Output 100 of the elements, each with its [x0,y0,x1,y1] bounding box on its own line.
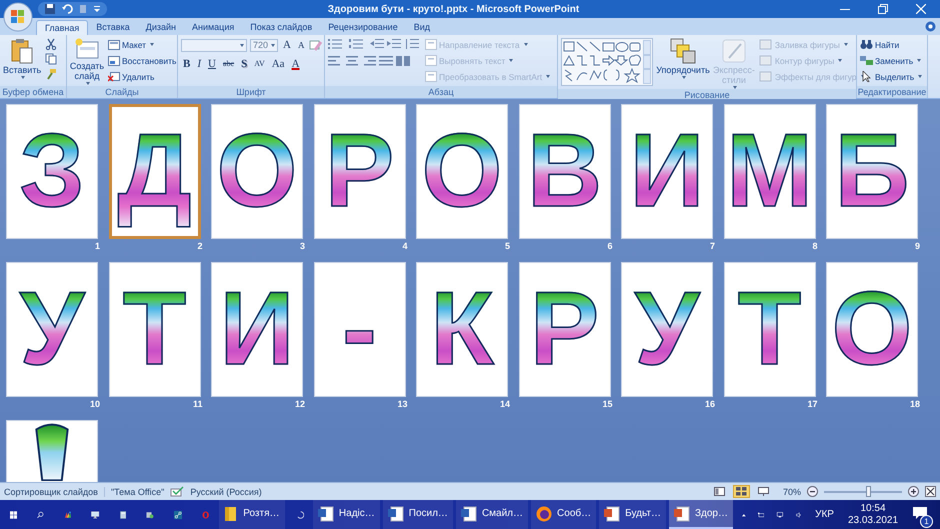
restore-icon[interactable] [878,4,888,14]
group-label: Шрифт [178,86,324,98]
format-button[interactable]: Aa [270,57,287,71]
cursor-icon [860,71,873,82]
slide-number: 10 [90,399,100,411]
ribbon-tab[interactable]: Показ слайдов [242,20,320,35]
ribbon-tab[interactable]: Анимация [184,20,242,35]
close-icon[interactable] [916,4,926,14]
show-hidden-icon[interactable] [742,512,746,518]
taskbar-button[interactable]: Посил… [382,500,453,529]
slideshow-view-button[interactable] [756,485,771,498]
clock[interactable]: 10:54 23.03.2021 [848,502,898,526]
ribbon-tab[interactable]: Рецензирование [320,20,406,35]
paste-button[interactable]: Вставить [3,38,42,79]
clock-date: 23.03.2021 [848,514,898,526]
editing-button[interactable]: Найти [860,38,900,51]
spell-check-icon[interactable] [170,486,184,497]
text-option-icon [425,71,437,82]
save-icon[interactable] [44,3,56,15]
copy-icon[interactable] [45,53,58,65]
notifications-icon[interactable] [912,506,928,520]
align-left-icon[interactable] [328,55,342,67]
presentation-icon [604,506,620,522]
shape-format-icon [758,71,773,82]
slide-number: 7 [710,241,715,253]
customize-icon[interactable] [93,4,101,14]
delete-icon [108,72,120,82]
notification-count: 1 [920,514,934,528]
slide-number: 6 [607,241,612,253]
quick-styles-icon [720,38,747,64]
grow-font-button[interactable]: A [281,38,293,52]
theme-name: "Тема Office" [104,486,164,496]
delete-button[interactable]: Удалить [108,70,154,83]
slide-number: 16 [704,399,715,411]
zoom-out-icon[interactable] [807,486,818,497]
cut-icon[interactable] [45,38,58,50]
document-icon [388,506,404,522]
taskbar-button[interactable]: Смайл… [456,500,528,529]
format-button[interactable]: B [181,57,192,71]
new-slide-icon [74,38,100,60]
taskbar-button[interactable]: Будьт… [599,500,666,529]
format-button[interactable]: A [290,57,302,71]
taskbar-button[interactable]: Здор… [668,500,733,529]
ribbon-tab[interactable]: Вид [406,20,438,35]
shrink-font-button[interactable]: A [296,38,306,52]
zoom-thumb[interactable] [866,486,872,497]
slide-number: 9 [914,241,920,253]
shape-format-icon [758,39,773,50]
ribbon-tab[interactable]: Дизайн [138,20,184,35]
slide-number: 5 [504,241,510,253]
binoculars-icon [860,39,873,50]
slide-number: 3 [300,241,305,253]
sorter-view-button[interactable] [732,485,750,498]
ribbon-tab[interactable]: Главная [36,20,88,35]
layout-button[interactable]: Макет [108,38,154,51]
line-spacing-icon[interactable] [404,38,420,50]
group-label: Буфер обмена [0,86,66,98]
slide-number: 15 [602,399,612,411]
justify-icon[interactable] [379,55,393,67]
window-title: Здоровим бути - круто!.pptx - Microsoft PowerPoint [326,4,580,14]
editing-button[interactable]: Выделить [860,70,922,83]
folder-icon [224,506,238,522]
slide-number: 8 [812,241,818,253]
format-button[interactable]: abc [220,57,236,71]
undo-icon[interactable] [61,3,73,15]
ribbon-tab[interactable]: Вставка [88,20,138,35]
font-size-field[interactable]: 720 [250,38,278,52]
format-button[interactable]: U [206,57,218,71]
fit-window-icon[interactable] [925,486,936,497]
taskbar-button[interactable]: Сооб… [531,500,596,529]
editing-button[interactable]: Заменить [860,54,922,67]
slide-number: 12 [294,399,305,411]
arrange-button[interactable]: Упорядочить [657,38,709,79]
clock-time: 10:54 [860,502,886,514]
taskbar-button[interactable]: Надіс… [312,500,380,529]
align-center-icon[interactable] [345,55,359,67]
firefox-icon [536,506,552,522]
normal-view-button[interactable] [712,485,727,498]
shape-gallery[interactable] [561,38,653,86]
taskbar-button[interactable]: Розтя… [219,500,285,529]
decrease-indent-icon[interactable] [370,38,384,50]
font-name-field[interactable] [181,38,247,52]
increase-indent-icon[interactable] [387,38,401,50]
slide-number: 13 [397,399,408,411]
zoom-in-icon[interactable] [908,486,919,497]
input-language[interactable]: УКР [815,509,834,520]
view-name: Сортировщик слайдов [4,486,98,496]
reset-button[interactable]: Восстановить [108,54,176,67]
shape-format-icon [758,55,773,66]
format-button[interactable]: AV [252,57,267,71]
align-right-icon[interactable] [362,55,376,67]
format-button[interactable]: I [195,57,204,71]
slide-number: 11 [192,399,202,411]
format-button[interactable]: S [239,57,250,71]
format-painter-icon[interactable] [45,68,58,80]
arrange-icon [670,38,696,64]
document-icon [460,506,477,522]
group-label: Абзац [325,86,557,98]
zoom-level[interactable]: 70% [782,486,801,496]
paste-icon [10,38,34,64]
